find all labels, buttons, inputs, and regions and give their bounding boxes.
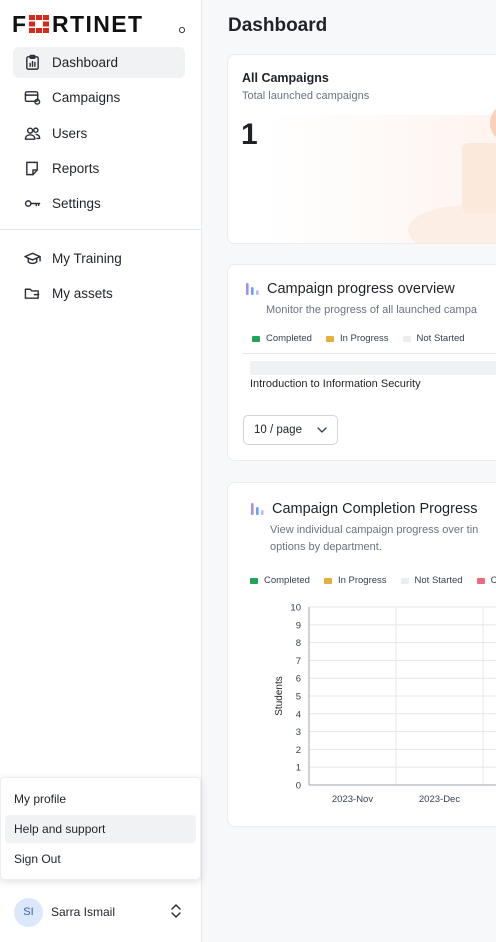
campaign-completion-progress-card: Campaign Completion Progress View indivi… <box>227 482 496 827</box>
sidebar-item-label: Campaigns <box>52 90 121 106</box>
card-subtitle: Total launched campaigns <box>242 90 370 102</box>
y-tick-label: 8 <box>296 638 301 649</box>
sidebar-item-label: My Training <box>52 251 122 266</box>
main-nav: Dashboard Campaigns Users Reports Settin… <box>13 47 185 223</box>
clipboard-chart-icon <box>23 54 41 72</box>
card-title: All Campaigns <box>242 71 329 85</box>
graduation-cap-icon <box>23 250 41 268</box>
legend-divider <box>242 353 496 354</box>
campaign-progress-overview-card: Campaign progress overview Monitor the p… <box>227 264 496 461</box>
main-content: Dashboard All Campaigns Total launched c… <box>202 0 496 942</box>
user-name: Sarra Ismail <box>51 905 116 919</box>
x-tick-label: 2023-Dec <box>419 794 460 805</box>
campaign-name: Introduction to Information Security <box>250 378 421 390</box>
legend-item-completed: Completed <box>252 333 312 344</box>
menu-item-sign-out[interactable]: Sign Out <box>5 845 196 873</box>
menu-item-my-profile[interactable]: My profile <box>5 785 196 813</box>
legend-item-in-progress: In Progress <box>325 333 389 344</box>
y-tick-label: 2 <box>296 745 301 756</box>
campaign-card-icon <box>23 89 41 107</box>
user-account-button[interactable]: SI Sarra Ismail <box>0 890 201 934</box>
avatar: SI <box>14 897 43 927</box>
sidebar-item-reports[interactable]: Reports <box>13 153 185 184</box>
sidebar-item-settings[interactable]: Settings <box>13 188 185 219</box>
y-tick-label: 1 <box>296 763 301 774</box>
users-icon <box>23 124 41 142</box>
chevron-down-icon <box>317 427 327 433</box>
all-campaigns-card: All Campaigns Total launched campaigns 1 <box>227 54 496 244</box>
card-illustration-shape <box>462 143 496 213</box>
sidebar-item-label: Settings <box>52 196 101 212</box>
campaign-progress-bar[interactable] <box>250 361 496 375</box>
legend-swatch <box>325 335 334 342</box>
y-tick-label: 0 <box>296 781 301 792</box>
card-subtitle: Monitor the progress of all launched cam… <box>266 304 477 316</box>
chart-legend: Completed In Progress Not Started <box>252 333 479 344</box>
y-tick-label: 4 <box>296 709 301 720</box>
secondary-nav: My Training My assets <box>13 243 185 314</box>
chevron-up-down-icon <box>169 902 183 920</box>
page-size-select[interactable]: 10 / page <box>243 415 338 445</box>
sidebar: F RTINET Dashboard Campaigns Users Repor… <box>0 0 202 942</box>
sidebar-item-my-training[interactable]: My Training <box>13 243 185 274</box>
legend-swatch <box>252 335 260 342</box>
y-tick-label: 3 <box>296 727 301 738</box>
completion-chart: 0 1 2 3 4 5 6 7 8 9 10 2023-Nov 2023-Dec Students <box>274 603 496 805</box>
y-tick-label: 7 <box>296 656 301 667</box>
sidebar-item-label: Users <box>52 125 88 141</box>
legend-item-not-started: Not Started <box>402 333 465 344</box>
legend-swatch <box>402 335 411 342</box>
report-icon <box>23 159 41 177</box>
campaign-count: 1 <box>241 118 258 151</box>
menu-item-help-support[interactable]: Help and support <box>5 815 196 843</box>
x-tick-label: 2023-Nov <box>332 794 373 805</box>
svg-text:F: F <box>12 12 27 36</box>
y-tick-label: 5 <box>296 692 301 703</box>
sidebar-item-dashboard[interactable]: Dashboard <box>13 47 185 78</box>
card-title: Campaign progress overview <box>245 281 455 297</box>
sidebar-divider <box>0 229 201 230</box>
page-title: Dashboard <box>228 15 328 36</box>
svg-text:RTINET: RTINET <box>52 12 143 36</box>
y-tick-label: 6 <box>296 674 301 685</box>
y-axis-label: Students <box>274 676 285 715</box>
user-menu-popup: My profile Help and support Sign Out <box>0 777 201 880</box>
sidebar-item-label: My assets <box>52 286 113 302</box>
sidebar-item-label: Reports <box>52 160 100 176</box>
bar-chart-icon <box>246 283 259 295</box>
sidebar-item-campaigns[interactable]: Campaigns <box>13 82 185 113</box>
fortinet-logo[interactable]: F RTINET <box>12 12 186 36</box>
key-icon <box>23 195 41 213</box>
folder-icon <box>23 285 41 303</box>
y-tick-label: 10 <box>290 603 301 614</box>
sidebar-item-label: Dashboard <box>52 55 119 70</box>
y-tick-label: 9 <box>296 620 301 631</box>
sidebar-item-my-assets[interactable]: My assets <box>13 278 185 309</box>
sidebar-item-users[interactable]: Users <box>13 118 185 149</box>
